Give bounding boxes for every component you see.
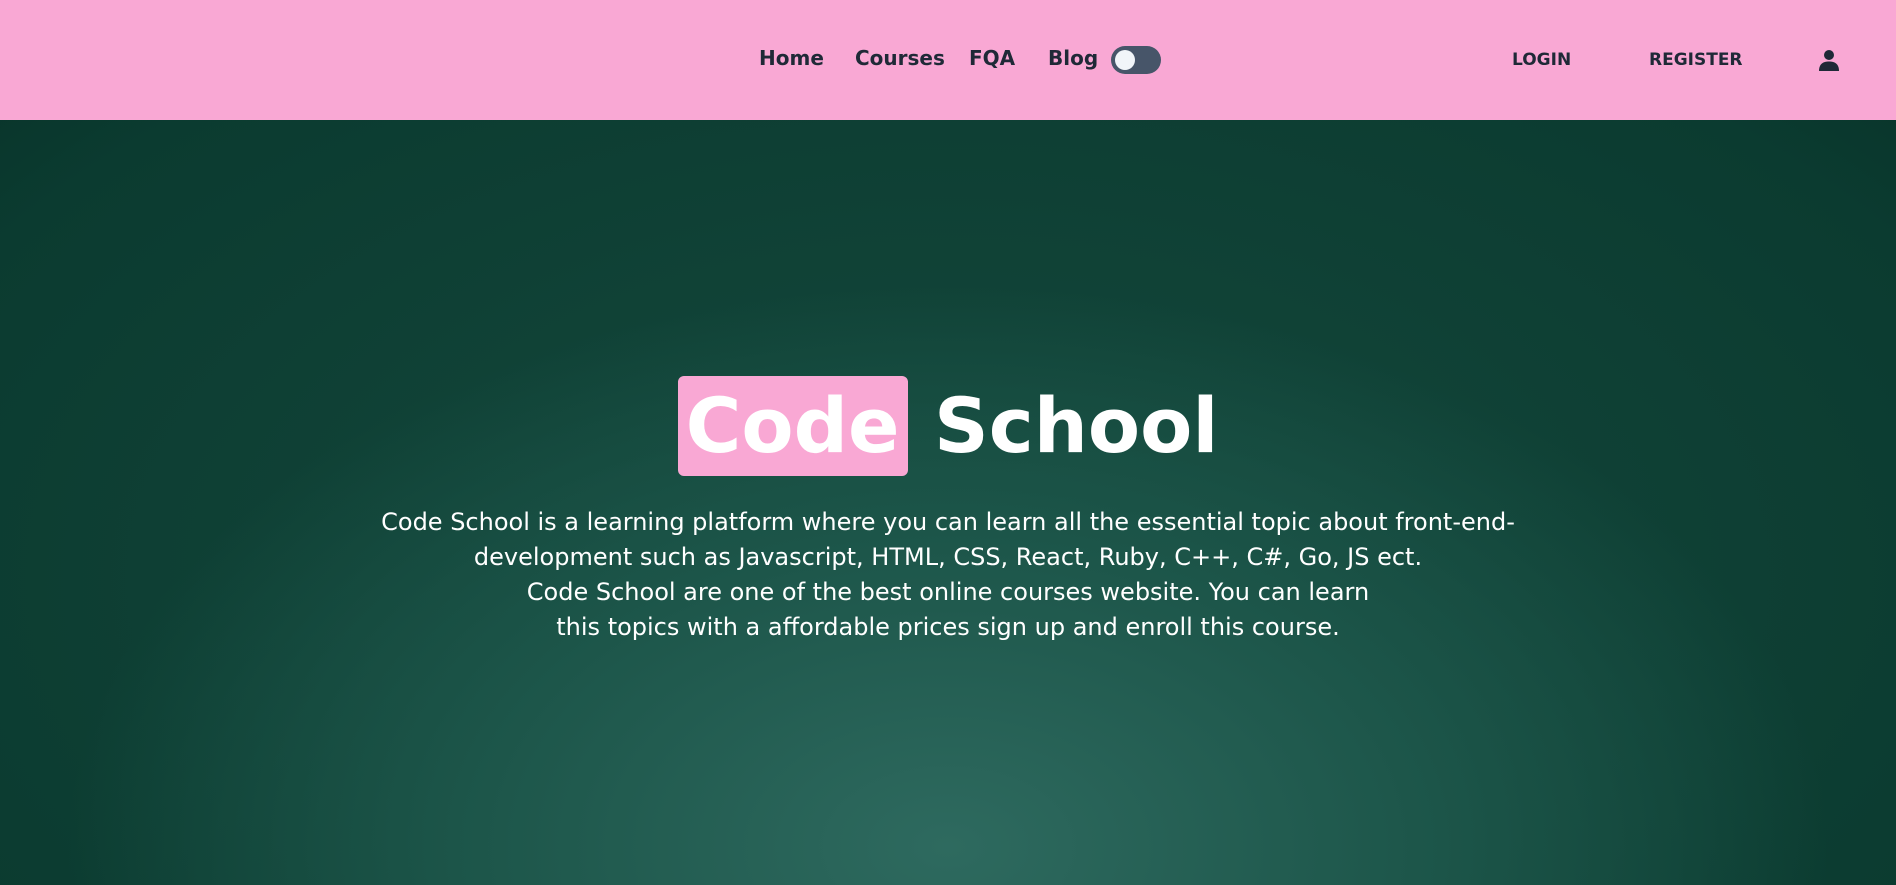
page: Home Courses FQA Blog LOGIN REGISTER Cod…: [0, 0, 1896, 885]
hero-section: Code School Code School is a learning pl…: [0, 120, 1896, 885]
login-link[interactable]: LOGIN: [1512, 50, 1571, 70]
nav-link-blog[interactable]: Blog: [1048, 46, 1098, 70]
theme-toggle[interactable]: [1111, 46, 1161, 74]
nav-link-courses[interactable]: Courses: [855, 46, 945, 70]
hero-title: Code School: [0, 376, 1896, 476]
description-line-4: this topics with a affordable prices sig…: [556, 613, 1340, 641]
description-line-3: Code School are one of the best online c…: [526, 578, 1370, 606]
description-line-2: development such as Javascript, HTML, CS…: [473, 543, 1423, 571]
title-rest: School: [934, 381, 1219, 470]
nav-link-fqa[interactable]: FQA: [969, 46, 1015, 70]
title-highlight-badge: Code: [677, 376, 908, 476]
description-line-1: Code School is a learning platform where…: [381, 508, 1515, 536]
navbar: Home Courses FQA Blog LOGIN REGISTER: [0, 0, 1896, 120]
toggle-knob: [1115, 50, 1135, 70]
register-link[interactable]: REGISTER: [1649, 50, 1743, 70]
nav-link-home[interactable]: Home: [759, 46, 824, 70]
user-icon[interactable]: [1817, 48, 1841, 72]
hero-description: Code School is a learning platform where…: [348, 505, 1548, 645]
